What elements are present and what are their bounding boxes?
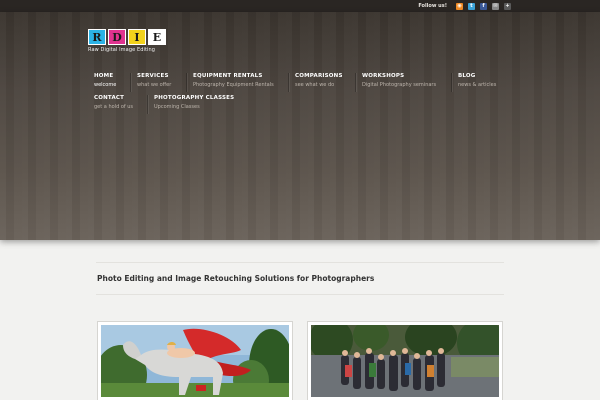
follow-us-label: Follow us!: [418, 3, 447, 9]
nav-home[interactable]: HOME welcome: [94, 73, 116, 88]
page-tagline: Photo Editing and Image Retouching Solut…: [97, 274, 375, 283]
top-bar: Follow us! ◉ t f ✉ +: [0, 0, 600, 12]
main-content: Photo Editing and Image Retouching Solut…: [96, 262, 504, 295]
nav-subtitle: Upcoming Classes: [154, 104, 200, 110]
logo-letter-r: R: [88, 29, 106, 45]
nav-comparisons[interactable]: COMPARISONS see what we do: [295, 73, 343, 88]
nav-subtitle: news & articles: [458, 82, 497, 88]
logo-letter-e: E: [148, 29, 166, 45]
logo-letters: R D I E: [88, 29, 166, 45]
nav-subtitle: get a hold of us: [94, 104, 134, 110]
nav-title: COMPARISONS: [295, 73, 343, 79]
plus-icon[interactable]: +: [504, 2, 511, 10]
nav-title: EQUIPMENT RENTALS: [193, 73, 263, 79]
nav-contact[interactable]: CONTACT get a hold of us: [94, 95, 133, 110]
logo-letter-i: I: [128, 29, 146, 45]
group-image: [311, 325, 499, 397]
horse-image: [101, 325, 289, 397]
nav-blog[interactable]: BLOG news & articles: [458, 73, 496, 88]
divider: [96, 294, 504, 295]
nav-subtitle: Photography Equipment Rentals: [193, 82, 274, 88]
nav-title: BLOG: [458, 73, 476, 79]
featured-photo-horse[interactable]: [97, 321, 293, 400]
email-icon[interactable]: ✉: [492, 2, 499, 10]
nav-subtitle: see what we do: [295, 82, 335, 88]
rss-icon[interactable]: ◉: [456, 2, 463, 10]
twitter-icon[interactable]: t: [468, 2, 475, 10]
site-logo[interactable]: R D I E Raw Digital Image Editing: [88, 29, 166, 53]
facebook-icon[interactable]: f: [480, 2, 487, 10]
nav-title: PHOTOGRAPHY CLASSES: [154, 95, 235, 101]
horse-illustration: [101, 325, 289, 397]
nav-divider: [451, 73, 452, 92]
nav-subtitle: welcome: [94, 82, 117, 88]
logo-letter-d: D: [108, 29, 126, 45]
nav-title: SERVICES: [137, 73, 169, 79]
nav-divider: [288, 73, 289, 92]
nav-divider: [186, 73, 187, 92]
group-illustration: [311, 325, 499, 397]
nav-subtitle: Digital Photography seminars: [362, 82, 437, 88]
nav-title: HOME: [94, 73, 114, 79]
nav-services[interactable]: SERVICES what we offer: [137, 73, 171, 88]
featured-photo-group[interactable]: [307, 321, 503, 400]
nav-title: CONTACT: [94, 95, 125, 101]
site-header: R D I E Raw Digital Image Editing HOME w…: [0, 12, 600, 240]
nav-divider: [147, 95, 148, 114]
nav-divider: [130, 73, 131, 92]
nav-title: WORKSHOPS: [362, 73, 405, 79]
nav-photography-classes[interactable]: PHOTOGRAPHY CLASSES Upcoming Classes: [154, 95, 234, 110]
logo-tagline: Raw Digital Image Editing: [88, 47, 156, 53]
nav-subtitle: what we offer: [137, 82, 172, 88]
nav-divider: [355, 73, 356, 92]
nav-workshops[interactable]: WORKSHOPS Digital Photography seminars: [362, 73, 436, 88]
nav-equipment-rentals[interactable]: EQUIPMENT RENTALS Photography Equipment …: [193, 73, 274, 88]
